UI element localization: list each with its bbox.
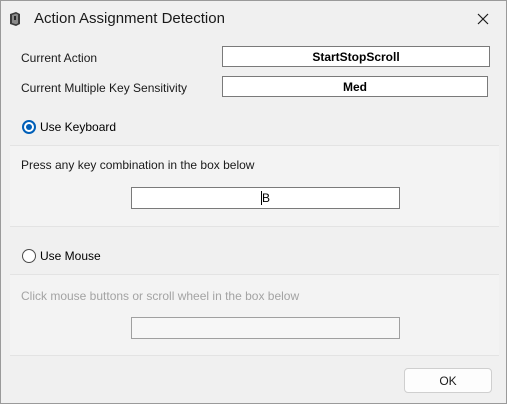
use-mouse-label: Use Mouse <box>40 249 101 263</box>
mouse-panel: Click mouse buttons or scroll wheel in t… <box>10 274 499 356</box>
sensitivity-label: Current Multiple Key Sensitivity <box>21 81 188 95</box>
key-capture-input[interactable]: B <box>131 187 400 209</box>
radio-selected-icon <box>22 120 36 134</box>
keyboard-panel: Press any key combination in the box bel… <box>10 145 499 227</box>
mouse-capture-input[interactable] <box>131 317 400 339</box>
app-icon <box>10 12 20 26</box>
current-action-value: StartStopScroll <box>222 46 490 67</box>
use-keyboard-radio[interactable]: Use Keyboard <box>22 120 116 134</box>
window-title: Action Assignment Detection <box>34 10 225 27</box>
radio-unselected-icon <box>22 249 36 263</box>
current-action-label: Current Action <box>21 51 98 65</box>
mouse-instruction: Click mouse buttons or scroll wheel in t… <box>21 289 300 303</box>
keyboard-instruction: Press any key combination in the box bel… <box>21 158 255 172</box>
title-bar: Action Assignment Detection <box>1 1 506 37</box>
close-icon <box>477 13 489 25</box>
sensitivity-value: Med <box>222 76 488 97</box>
ok-button[interactable]: OK <box>404 368 492 393</box>
use-mouse-radio[interactable]: Use Mouse <box>22 249 101 263</box>
close-button[interactable] <box>460 1 506 37</box>
key-capture-value: B <box>261 191 270 205</box>
use-keyboard-label: Use Keyboard <box>40 120 117 134</box>
dialog-window: Action Assignment Detection Current Acti… <box>0 0 507 404</box>
